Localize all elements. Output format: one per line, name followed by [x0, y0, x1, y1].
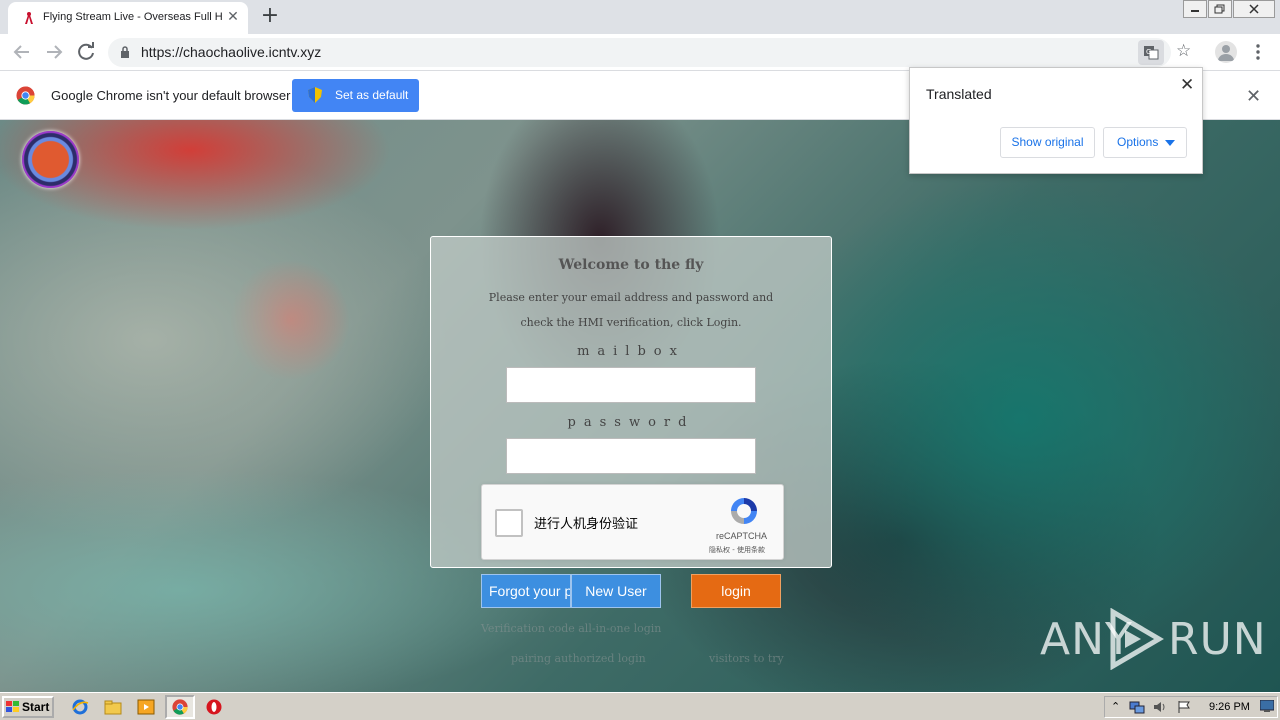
- start-button[interactable]: Start: [2, 696, 54, 718]
- browser-toolbar: https://chaochaolive.icntv.xyz G ☆: [0, 34, 1280, 71]
- restore-icon: [1214, 4, 1225, 14]
- options-button[interactable]: Options: [1103, 127, 1187, 158]
- recaptcha-widget: 进行人机身份验证 reCAPTCHA 隐私权 - 使用条款: [481, 484, 784, 560]
- minimize-icon: [1191, 10, 1199, 12]
- watermark-right: RUN: [1168, 614, 1267, 665]
- login-title: Welcome to the fly: [558, 257, 704, 273]
- profile-avatar-icon[interactable]: [1215, 41, 1237, 63]
- forward-icon[interactable]: [42, 40, 66, 64]
- options-label: Options: [1117, 135, 1159, 149]
- show-original-button[interactable]: Show original: [1000, 127, 1095, 158]
- windows-taskbar: Start ⌃ 9:26 PM: [0, 692, 1280, 720]
- back-icon[interactable]: [10, 40, 34, 64]
- set-as-default-label: Set as default: [335, 88, 409, 102]
- show-desktop-icon[interactable]: [1260, 700, 1274, 712]
- taskbar-chrome-button[interactable]: [165, 695, 195, 719]
- system-tray: ⌃ 9:26 PM: [1104, 696, 1278, 718]
- chrome-taskbar-icon: [172, 699, 188, 715]
- close-window-button[interactable]: [1233, 0, 1275, 18]
- tray-expand-icon[interactable]: ⌃: [1111, 700, 1120, 713]
- volume-icon[interactable]: [1153, 700, 1167, 714]
- lock-icon: [121, 46, 129, 58]
- infobar-message: Google Chrome isn't your default browser: [51, 88, 291, 103]
- action-center-flag-icon[interactable]: [1177, 700, 1191, 714]
- windows-flag-icon: [6, 701, 19, 712]
- menu-kebab-icon[interactable]: [1250, 42, 1266, 62]
- set-as-default-button[interactable]: Set as default: [292, 79, 419, 112]
- bookmark-star-icon[interactable]: ☆: [1176, 43, 1191, 60]
- verification-login-link[interactable]: Verification code all-in-one login: [481, 622, 661, 635]
- minimize-button[interactable]: [1183, 0, 1207, 18]
- site-favicon-icon: [25, 12, 33, 24]
- mailbox-label: mailbox: [577, 344, 685, 359]
- tab-strip: Flying Stream Live - Overseas Full HD ✕ …: [0, 0, 1280, 34]
- network-icon[interactable]: [1129, 700, 1145, 714]
- opera-icon[interactable]: [205, 698, 223, 716]
- address-bar[interactable]: https://chaochaolive.icntv.xyz G ☆: [108, 38, 1191, 67]
- recaptcha-logo-icon: [731, 498, 757, 524]
- folder-icon[interactable]: [104, 698, 122, 716]
- uac-shield-icon: [308, 87, 322, 103]
- reload-icon[interactable]: [74, 40, 98, 64]
- pairing-login-link[interactable]: pairing authorized login: [511, 652, 646, 665]
- infobar-close-icon[interactable]: ✕: [1246, 86, 1261, 107]
- internet-explorer-icon[interactable]: [71, 698, 89, 716]
- translate-popup-title: Translated: [926, 86, 992, 102]
- recaptcha-terms[interactable]: 隐私权 - 使用条款: [709, 545, 765, 555]
- taskbar-clock: 9:26 PM: [1209, 701, 1250, 713]
- login-card: Welcome to the fly Please enter your ema…: [430, 236, 832, 568]
- mailbox-input[interactable]: [506, 367, 756, 403]
- tab-title: Flying Stream Live - Overseas Full HD: [43, 11, 223, 23]
- caret-down-icon: [1165, 140, 1175, 146]
- page-background: Welcome to the fly Please enter your ema…: [0, 120, 1280, 692]
- recaptcha-brand: reCAPTCHA: [716, 531, 768, 541]
- new-tab-button[interactable]: +: [258, 4, 282, 28]
- translate-icon[interactable]: G: [1138, 40, 1164, 65]
- visitors-link[interactable]: visitors to try: [709, 652, 784, 665]
- start-label: Start: [22, 700, 50, 714]
- new-user-button[interactable]: New User: [571, 574, 661, 608]
- chrome-logo-icon: [16, 86, 35, 105]
- translate-popup: Translated ✕ Show original Options: [909, 67, 1203, 174]
- recaptcha-checkbox[interactable]: [495, 509, 523, 537]
- login-button[interactable]: login: [691, 574, 781, 608]
- translate-popup-close-icon[interactable]: ✕: [1180, 75, 1194, 95]
- password-label: password: [567, 415, 695, 430]
- play-icon: [1110, 608, 1164, 670]
- tab-close-icon[interactable]: ✕: [224, 8, 242, 26]
- recaptcha-text: 进行人机身份验证: [534, 517, 639, 532]
- browser-tab[interactable]: Flying Stream Live - Overseas Full HD ✕: [8, 2, 248, 34]
- svg-text:G: G: [1146, 48, 1151, 56]
- close-window-icon: [1249, 4, 1259, 14]
- restore-button[interactable]: [1208, 0, 1232, 18]
- password-input[interactable]: [506, 438, 756, 474]
- login-description: Please enter your email address and pass…: [488, 291, 774, 329]
- site-logo[interactable]: [22, 131, 79, 188]
- media-player-icon[interactable]: [137, 698, 155, 716]
- url-text: https://chaochaolive.icntv.xyz: [141, 44, 322, 60]
- forgot-password-button[interactable]: Forgot your password: [481, 574, 571, 608]
